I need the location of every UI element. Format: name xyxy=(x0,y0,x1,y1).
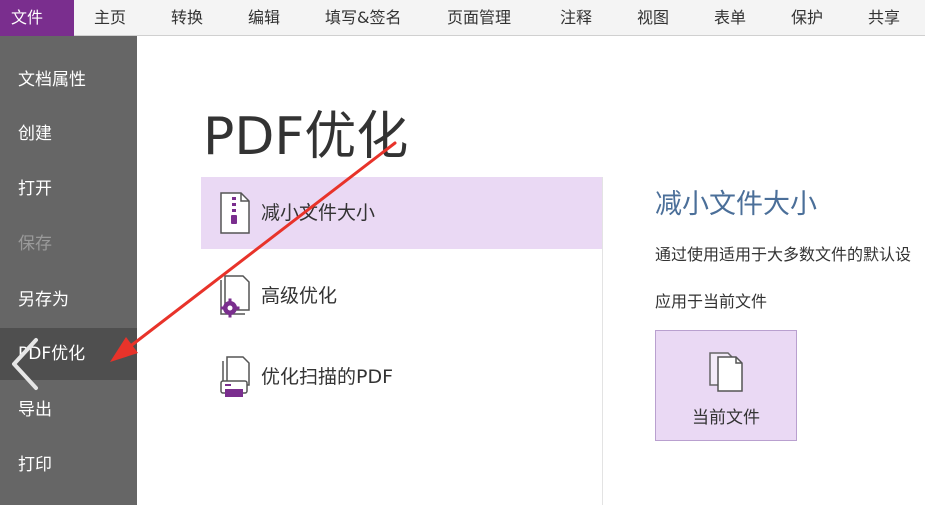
file-backstage-sidebar: 文档属性 创建 打开 保存 另存为 PDF优化 导出 打印 xyxy=(0,36,137,505)
sidebar-item-document-properties[interactable]: 文档属性 xyxy=(0,55,137,105)
page-title: PDF优化 xyxy=(203,107,409,167)
tab-view[interactable]: 视图 xyxy=(637,0,669,36)
tab-edit[interactable]: 编辑 xyxy=(248,0,280,36)
detail-title: 减小文件大小 xyxy=(655,189,817,220)
sidebar-item-save-as[interactable]: 另存为 xyxy=(0,275,137,325)
current-file-label: 当前文件 xyxy=(692,408,760,428)
sidebar-item-export[interactable]: 导出 xyxy=(0,385,137,435)
tab-fill-sign[interactable]: 填写&签名 xyxy=(325,0,401,36)
option-advanced-optimize[interactable]: 高级优化 xyxy=(201,260,602,332)
tab-comment[interactable]: 注释 xyxy=(560,0,592,36)
panel-divider xyxy=(602,177,603,505)
option-label: 减小文件大小 xyxy=(261,202,376,224)
option-label: 高级优化 xyxy=(261,285,338,307)
sidebar-item-open[interactable]: 打开 xyxy=(0,164,137,214)
documents-icon xyxy=(709,352,743,392)
optimize-option-list: 减小文件大小 高级优化 优化扫描的PDF xyxy=(201,177,602,505)
sidebar-item-save: 保存 xyxy=(18,234,52,254)
option-reduce-file-size[interactable]: 减小文件大小 xyxy=(201,177,602,249)
tab-share[interactable]: 共享 xyxy=(868,0,900,36)
current-file-button[interactable]: 当前文件 xyxy=(655,330,797,441)
tab-form[interactable]: 表单 xyxy=(714,0,746,36)
option-label: 优化扫描的PDF xyxy=(261,366,394,388)
apply-to-label: 应用于当前文件 xyxy=(655,292,768,311)
back-chevron-icon[interactable] xyxy=(8,336,42,392)
file-gear-icon xyxy=(220,275,250,318)
tab-protect[interactable]: 保护 xyxy=(791,0,823,36)
tab-file[interactable]: 文件 xyxy=(0,0,74,36)
tab-page-management[interactable]: 页面管理 xyxy=(447,0,511,36)
tab-convert[interactable]: 转换 xyxy=(171,0,203,36)
detail-description: 通过使用适用于大多数文件的默认设 xyxy=(655,245,912,264)
file-scan-icon xyxy=(220,356,250,397)
option-optimize-scanned-pdf[interactable]: 优化扫描的PDF xyxy=(201,341,602,413)
sidebar-item-create[interactable]: 创建 xyxy=(0,109,137,159)
zip-file-icon xyxy=(220,192,250,234)
sidebar-item-print[interactable]: 打印 xyxy=(0,440,137,490)
tab-home[interactable]: 主页 xyxy=(94,0,126,36)
ribbon-menu-bar: 文件 主页 转换 编辑 填写&签名 页面管理 注释 视图 表单 保护 共享 xyxy=(0,0,925,36)
